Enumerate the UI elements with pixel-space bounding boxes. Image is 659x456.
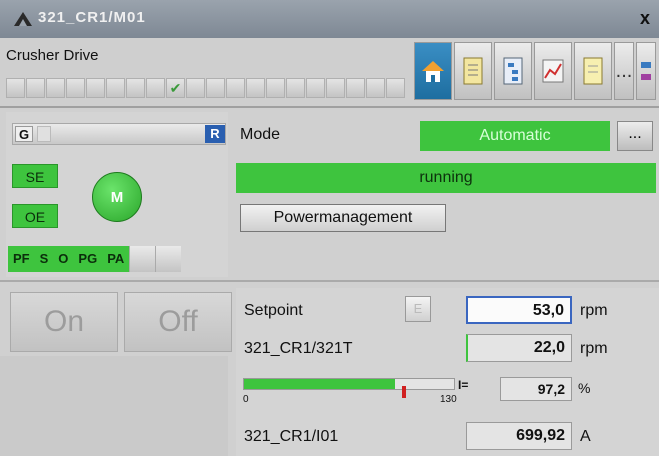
off-button[interactable]: Off xyxy=(124,292,232,352)
o-indicator: O xyxy=(53,246,74,272)
powermanagement-button[interactable]: Powermanagement xyxy=(240,204,446,232)
current-unit: % xyxy=(578,380,591,396)
local-remote-bar[interactable]: G R xyxy=(12,123,226,145)
chart-icon[interactable] xyxy=(534,42,572,100)
running-status: running xyxy=(236,163,656,193)
tag2-value: 699,92 xyxy=(466,422,572,450)
close-button[interactable]: x xyxy=(640,8,650,29)
r-indicator: R xyxy=(205,125,225,143)
se-lamp: SE xyxy=(12,164,58,188)
more-icon[interactable]: ... xyxy=(614,42,634,100)
status-cell xyxy=(6,78,25,98)
extra-icon[interactable] xyxy=(636,42,656,100)
faceplate-header: Crusher Drive ✔ ... xyxy=(0,38,659,108)
bar-min-label: 0 xyxy=(243,394,249,405)
device-name: Crusher Drive xyxy=(6,47,99,64)
status-cell xyxy=(206,78,225,98)
status-cell xyxy=(146,78,165,98)
status-cell xyxy=(46,78,65,98)
status-cell xyxy=(366,78,385,98)
oe-lamp: OE xyxy=(12,204,58,228)
mode-label: Mode xyxy=(240,126,281,143)
status-cell xyxy=(306,78,325,98)
g-indicator: G xyxy=(15,126,33,142)
window-title: 321_CR1/M01 xyxy=(38,9,146,26)
limit-marker xyxy=(402,386,406,398)
status-cell xyxy=(226,78,245,98)
status-cell xyxy=(266,78,285,98)
status-cell xyxy=(66,78,85,98)
speed-bar-fill xyxy=(244,379,395,389)
status-cell xyxy=(326,78,345,98)
status-strip: ✔ xyxy=(6,78,406,100)
status-cell xyxy=(106,78,125,98)
current-pct: 97,2 xyxy=(500,377,572,401)
lower-left-panel xyxy=(0,356,228,456)
pa-indicator: PA xyxy=(102,246,130,272)
status-cell xyxy=(286,78,305,98)
current-label: I= xyxy=(458,378,469,392)
toolbar: ... xyxy=(414,42,658,100)
on-button[interactable]: On xyxy=(10,292,118,352)
empty-indicator xyxy=(129,246,156,272)
separator xyxy=(0,280,659,282)
s-indicator: S xyxy=(34,246,54,272)
document-icon[interactable] xyxy=(454,42,492,100)
motor-icon: M xyxy=(92,172,142,222)
setpoint-input[interactable]: 53,0 xyxy=(466,296,572,324)
permission-row: PF S O PG PA xyxy=(8,246,182,272)
faceplate-window: 321_CR1/M01 x Crusher Drive ✔ ... G R SE… xyxy=(0,0,659,456)
status-cell xyxy=(126,78,145,98)
status-cell xyxy=(346,78,365,98)
setpoint-label: Setpoint xyxy=(244,302,303,319)
tree-icon[interactable] xyxy=(494,42,532,100)
bar-max-label: 130 xyxy=(440,394,457,405)
notes-icon[interactable] xyxy=(574,42,612,100)
app-icon xyxy=(14,12,32,26)
tag1-label: 321_CR1/321T xyxy=(244,340,353,357)
status-cell xyxy=(26,78,45,98)
tag1-unit: rpm xyxy=(580,340,608,357)
e-button[interactable]: E xyxy=(405,296,431,322)
setpoint-unit: rpm xyxy=(580,302,608,319)
g-slot xyxy=(37,126,51,142)
speed-bar xyxy=(243,378,455,390)
empty-indicator xyxy=(155,246,182,272)
tag1-value: 22,0 xyxy=(466,334,572,362)
pf-indicator: PF xyxy=(8,246,35,272)
tag2-unit: A xyxy=(580,428,591,445)
mode-more-button[interactable]: ... xyxy=(617,121,653,151)
status-cell xyxy=(186,78,205,98)
pg-indicator: PG xyxy=(73,246,103,272)
mode-value: Automatic xyxy=(420,121,610,151)
faceplate-home-icon[interactable] xyxy=(414,42,452,100)
status-cell xyxy=(386,78,405,98)
tag2-label: 321_CR1/I01 xyxy=(244,428,339,445)
status-cell xyxy=(246,78,265,98)
check-icon: ✔ xyxy=(166,78,185,98)
title-bar: 321_CR1/M01 x xyxy=(0,0,659,38)
status-cell xyxy=(86,78,105,98)
